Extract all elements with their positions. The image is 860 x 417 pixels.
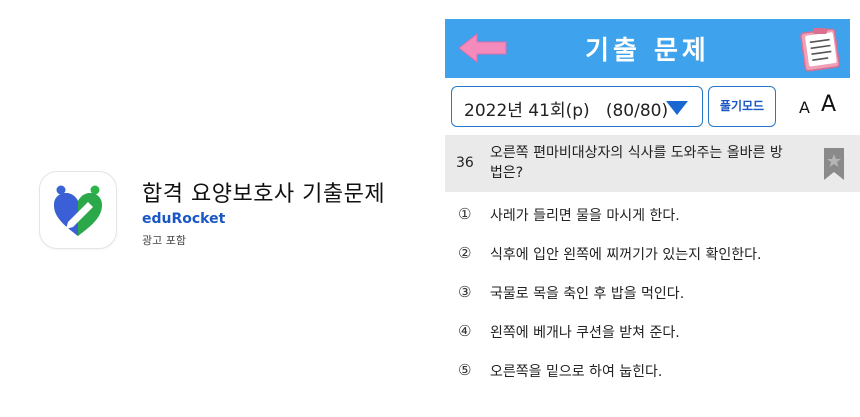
font-decrease-button[interactable]: A [799, 98, 810, 117]
option-mark: ④ [458, 322, 472, 340]
exam-round-value: 2022년 41회(p) (80/80) [464, 101, 669, 121]
option-5[interactable]: ⑤ 오른쪽을 밑으로 하여 눕힌다. [445, 351, 860, 389]
option-1[interactable]: ① 사레가 들리면 물을 마시게 한다. [445, 195, 860, 233]
header-bar: 기출 문제 [445, 19, 850, 78]
dropdown-caret-icon [666, 100, 688, 119]
control-row: 2022년 41회(p) (80/80) 풀기모드 A A [445, 85, 860, 129]
question-number: 36 [456, 155, 474, 171]
option-mark: ③ [458, 283, 472, 301]
page-title: 기출 문제 [585, 36, 710, 66]
option-mark: ⑤ [458, 361, 472, 379]
option-3[interactable]: ③ 국물로 목을 축인 후 밥을 먹인다. [445, 273, 860, 311]
option-text: 식후에 입안 왼쪽에 찌꺼기가 있는지 확인한다. [490, 247, 762, 263]
option-text: 사레가 들리면 물을 마시게 한다. [490, 208, 680, 224]
option-mark: ② [458, 244, 472, 262]
question-box: 36 오른쪽 편마비대상자의 식사를 도와주는 올바른 방법은? [445, 135, 860, 192]
question-text: 오른쪽 편마비대상자의 식사를 도와주는 올바른 방법은? [490, 145, 783, 181]
option-2[interactable]: ② 식후에 입안 왼쪽에 찌꺼기가 있는지 확인한다. [445, 234, 860, 272]
bookmark-star-icon[interactable] [822, 146, 846, 186]
notepad-icon[interactable] [797, 26, 845, 76]
contains-ads-label: 광고 포함 [142, 234, 186, 247]
app-title[interactable]: 합격 요양보호사 기출문제 [142, 176, 385, 208]
font-increase-button[interactable]: A [821, 92, 836, 117]
developer-name[interactable]: eduRocket [142, 211, 225, 227]
option-text: 왼쪽에 베개나 쿠션을 받쳐 준다. [490, 325, 680, 341]
solve-mode-button[interactable]: 풀기모드 [708, 86, 776, 127]
option-4[interactable]: ④ 왼쪽에 베개나 쿠션을 받쳐 준다. [445, 312, 860, 350]
heart-pencil-app-icon[interactable] [40, 172, 116, 248]
app-ad-card[interactable]: 합격 요양보호사 기출문제 eduRocket 광고 포함 [40, 170, 420, 250]
exam-round-select[interactable]: 2022년 41회(p) (80/80) [451, 86, 703, 127]
app-screen: 기출 문제 2022년 41회(p) (80/80) 풀기모드 A A 36 오… [445, 19, 860, 417]
option-text: 오른쪽을 밑으로 하여 눕힌다. [490, 364, 663, 380]
option-text: 국물로 목을 축인 후 밥을 먹인다. [490, 286, 685, 302]
option-mark: ① [458, 205, 472, 223]
